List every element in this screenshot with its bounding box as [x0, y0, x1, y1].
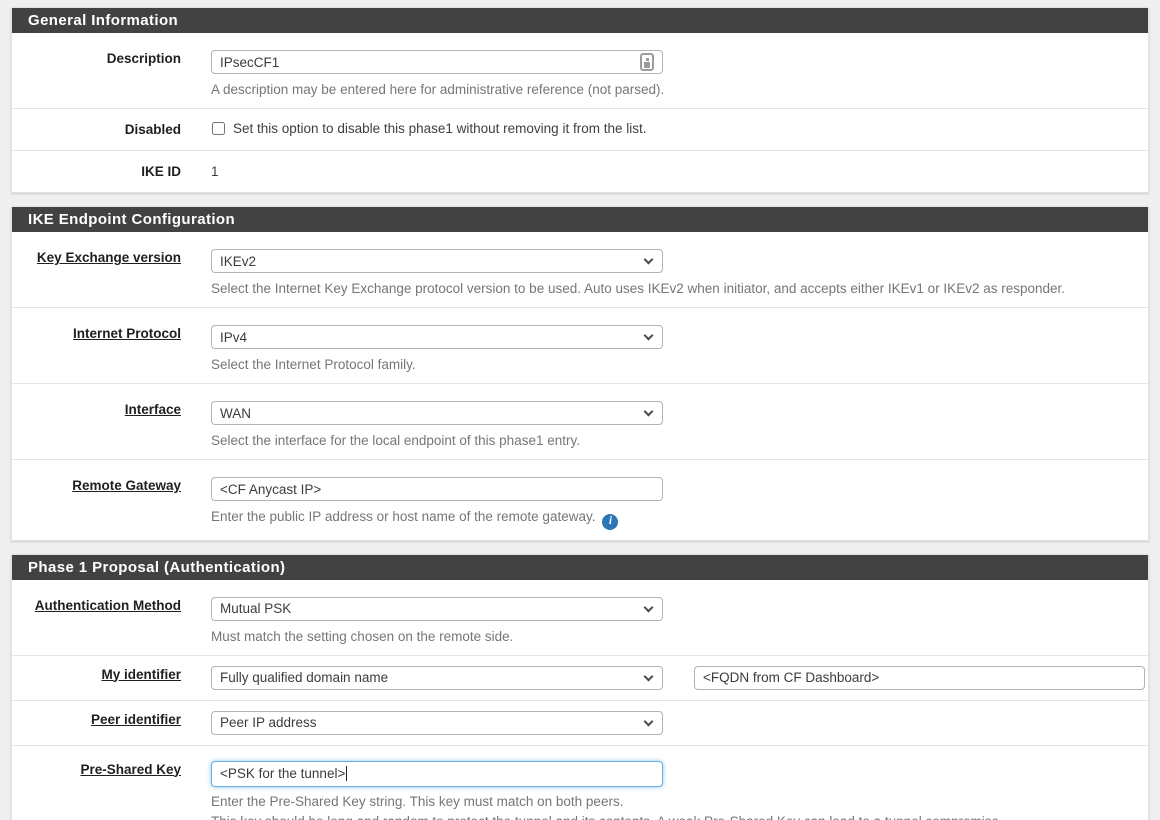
internet-protocol-label: Internet Protocol [73, 326, 181, 341]
my-identifier-label: My identifier [101, 667, 181, 682]
pre-shared-key-label: Pre-Shared Key [80, 762, 181, 777]
my-identifier-value-input[interactable] [694, 666, 1145, 690]
authentication-method-label: Authentication Method [35, 598, 181, 613]
description-label: Description [107, 51, 181, 66]
key-exchange-version-label: Key Exchange version [37, 250, 181, 265]
pre-shared-key-help-text-2: This key should be long and random to pr… [211, 813, 1132, 820]
panel-title-general-information: General Information [12, 8, 1148, 33]
info-circle-icon[interactable]: i [602, 514, 618, 530]
form-row-remote-gateway: Remote Gateway Enter the public IP addre… [12, 459, 1148, 540]
disabled-label: Disabled [125, 122, 181, 137]
form-row-interface: Interface WAN Select the interface for t… [12, 383, 1148, 459]
panel-body-phase1-proposal: Authentication Method Mutual PSK Must ma… [12, 580, 1148, 820]
form-row-ike-id: IKE ID 1 [12, 150, 1148, 192]
panel-ike-endpoint-configuration: IKE Endpoint Configuration Key Exchange … [11, 206, 1149, 541]
form-row-authentication-method: Authentication Method Mutual PSK Must ma… [12, 580, 1148, 655]
disabled-checkbox-label: Set this option to disable this phase1 w… [233, 121, 646, 136]
remote-gateway-label: Remote Gateway [72, 478, 181, 493]
interface-label: Interface [125, 402, 181, 417]
ike-id-value: 1 [211, 163, 1132, 180]
form-row-key-exchange-version: Key Exchange version IKEv2 Select the In… [12, 232, 1148, 307]
description-input[interactable] [211, 50, 663, 74]
form-row-internet-protocol: Internet Protocol IPv4 Select the Intern… [12, 307, 1148, 383]
panel-body-general-information: Description A description may be entered… [12, 33, 1148, 192]
disabled-checkbox[interactable] [212, 122, 225, 135]
interface-help-text: Select the interface for the local endpo… [211, 432, 1132, 449]
text-caret [346, 766, 347, 781]
form-row-pre-shared-key: Pre-Shared Key <PSK for the tunnel> Ente… [12, 745, 1148, 820]
autofill-icon[interactable] [640, 53, 654, 71]
pre-shared-key-help-text-1: Enter the Pre-Shared Key string. This ke… [211, 793, 1132, 810]
autofill-icon-bar [644, 62, 650, 68]
remote-gateway-input[interactable] [211, 477, 663, 501]
internet-protocol-select[interactable]: IPv4 [211, 325, 663, 349]
panel-phase1-proposal-authentication: Phase 1 Proposal (Authentication) Authen… [11, 554, 1149, 820]
ike-id-label: IKE ID [141, 164, 181, 179]
panel-title-phase1-proposal: Phase 1 Proposal (Authentication) [12, 555, 1148, 580]
ipsec-phase1-edit-page: General Information Description A descri… [0, 0, 1160, 820]
peer-identifier-label: Peer identifier [91, 712, 181, 727]
panel-body-ike-endpoint-configuration: Key Exchange version IKEv2 Select the In… [12, 232, 1148, 540]
panel-title-ike-endpoint-configuration: IKE Endpoint Configuration [12, 207, 1148, 232]
disabled-checkbox-row: Set this option to disable this phase1 w… [211, 121, 1132, 136]
form-row-peer-identifier: Peer identifier Peer IP address [12, 700, 1148, 745]
autofill-icon-dot [646, 58, 649, 61]
interface-select[interactable]: WAN [211, 401, 663, 425]
form-row-disabled: Disabled Set this option to disable this… [12, 108, 1148, 150]
authentication-method-select[interactable]: Mutual PSK [211, 597, 663, 621]
pre-shared-key-value: <PSK for the tunnel> [220, 766, 345, 781]
remote-gateway-help-text: Enter the public IP address or host name… [211, 508, 1132, 530]
form-row-description: Description A description may be entered… [12, 33, 1148, 108]
peer-identifier-select[interactable]: Peer IP address [211, 711, 663, 735]
form-row-my-identifier: My identifier Fully qualified domain nam… [12, 655, 1148, 700]
pre-shared-key-input[interactable]: <PSK for the tunnel> [211, 761, 663, 787]
authentication-method-help-text: Must match the setting chosen on the rem… [211, 628, 1132, 645]
description-help-text: A description may be entered here for ad… [211, 81, 1132, 98]
key-exchange-version-select[interactable]: IKEv2 [211, 249, 663, 273]
key-exchange-version-help-text: Select the Internet Key Exchange protoco… [211, 280, 1132, 297]
description-input-wrap [211, 50, 663, 74]
panel-general-information: General Information Description A descri… [11, 7, 1149, 193]
internet-protocol-help-text: Select the Internet Protocol family. [211, 356, 1132, 373]
my-identifier-select[interactable]: Fully qualified domain name [211, 666, 663, 690]
